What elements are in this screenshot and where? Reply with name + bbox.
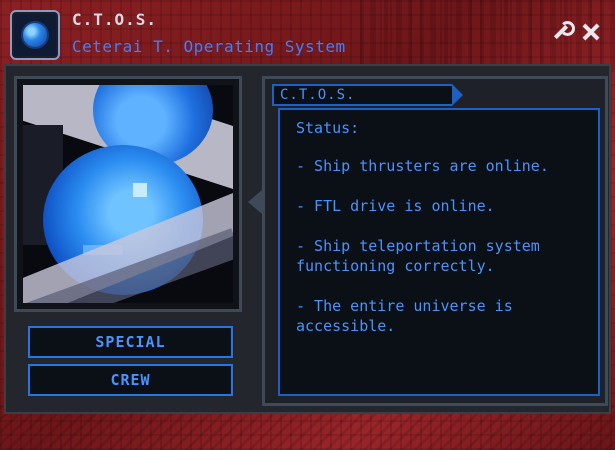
- status-item: - Ship teleportation system functioning …: [296, 237, 540, 275]
- app-title: C.T.O.S.: [72, 10, 158, 29]
- portrait-frame: [14, 76, 242, 312]
- special-button[interactable]: SPECIAL: [28, 326, 233, 358]
- status-item: - The entire universe is accessible.: [296, 297, 513, 335]
- app-subtitle: Ceterai T. Operating System: [72, 37, 346, 56]
- info-tab[interactable]: C.T.O.S.: [272, 84, 463, 106]
- status-item: - Ship thrusters are online.: [296, 157, 549, 175]
- panel-pointer: [248, 190, 262, 214]
- status-panel: Status: - Ship thrusters are online. - F…: [278, 108, 600, 396]
- wrench-icon[interactable]: [549, 20, 575, 44]
- close-icon[interactable]: [579, 20, 603, 44]
- status-item: - FTL drive is online.: [296, 197, 495, 215]
- status-heading: Status:: [296, 119, 360, 137]
- crew-button[interactable]: CREW: [28, 364, 233, 396]
- window-header: C.T.O.S. Ceterai T. Operating System: [0, 0, 615, 66]
- orb-icon: [21, 21, 49, 49]
- portrait-image: [23, 85, 233, 303]
- app-icon: [10, 10, 60, 60]
- portrait-detail: [133, 183, 147, 197]
- window-controls: [549, 20, 603, 44]
